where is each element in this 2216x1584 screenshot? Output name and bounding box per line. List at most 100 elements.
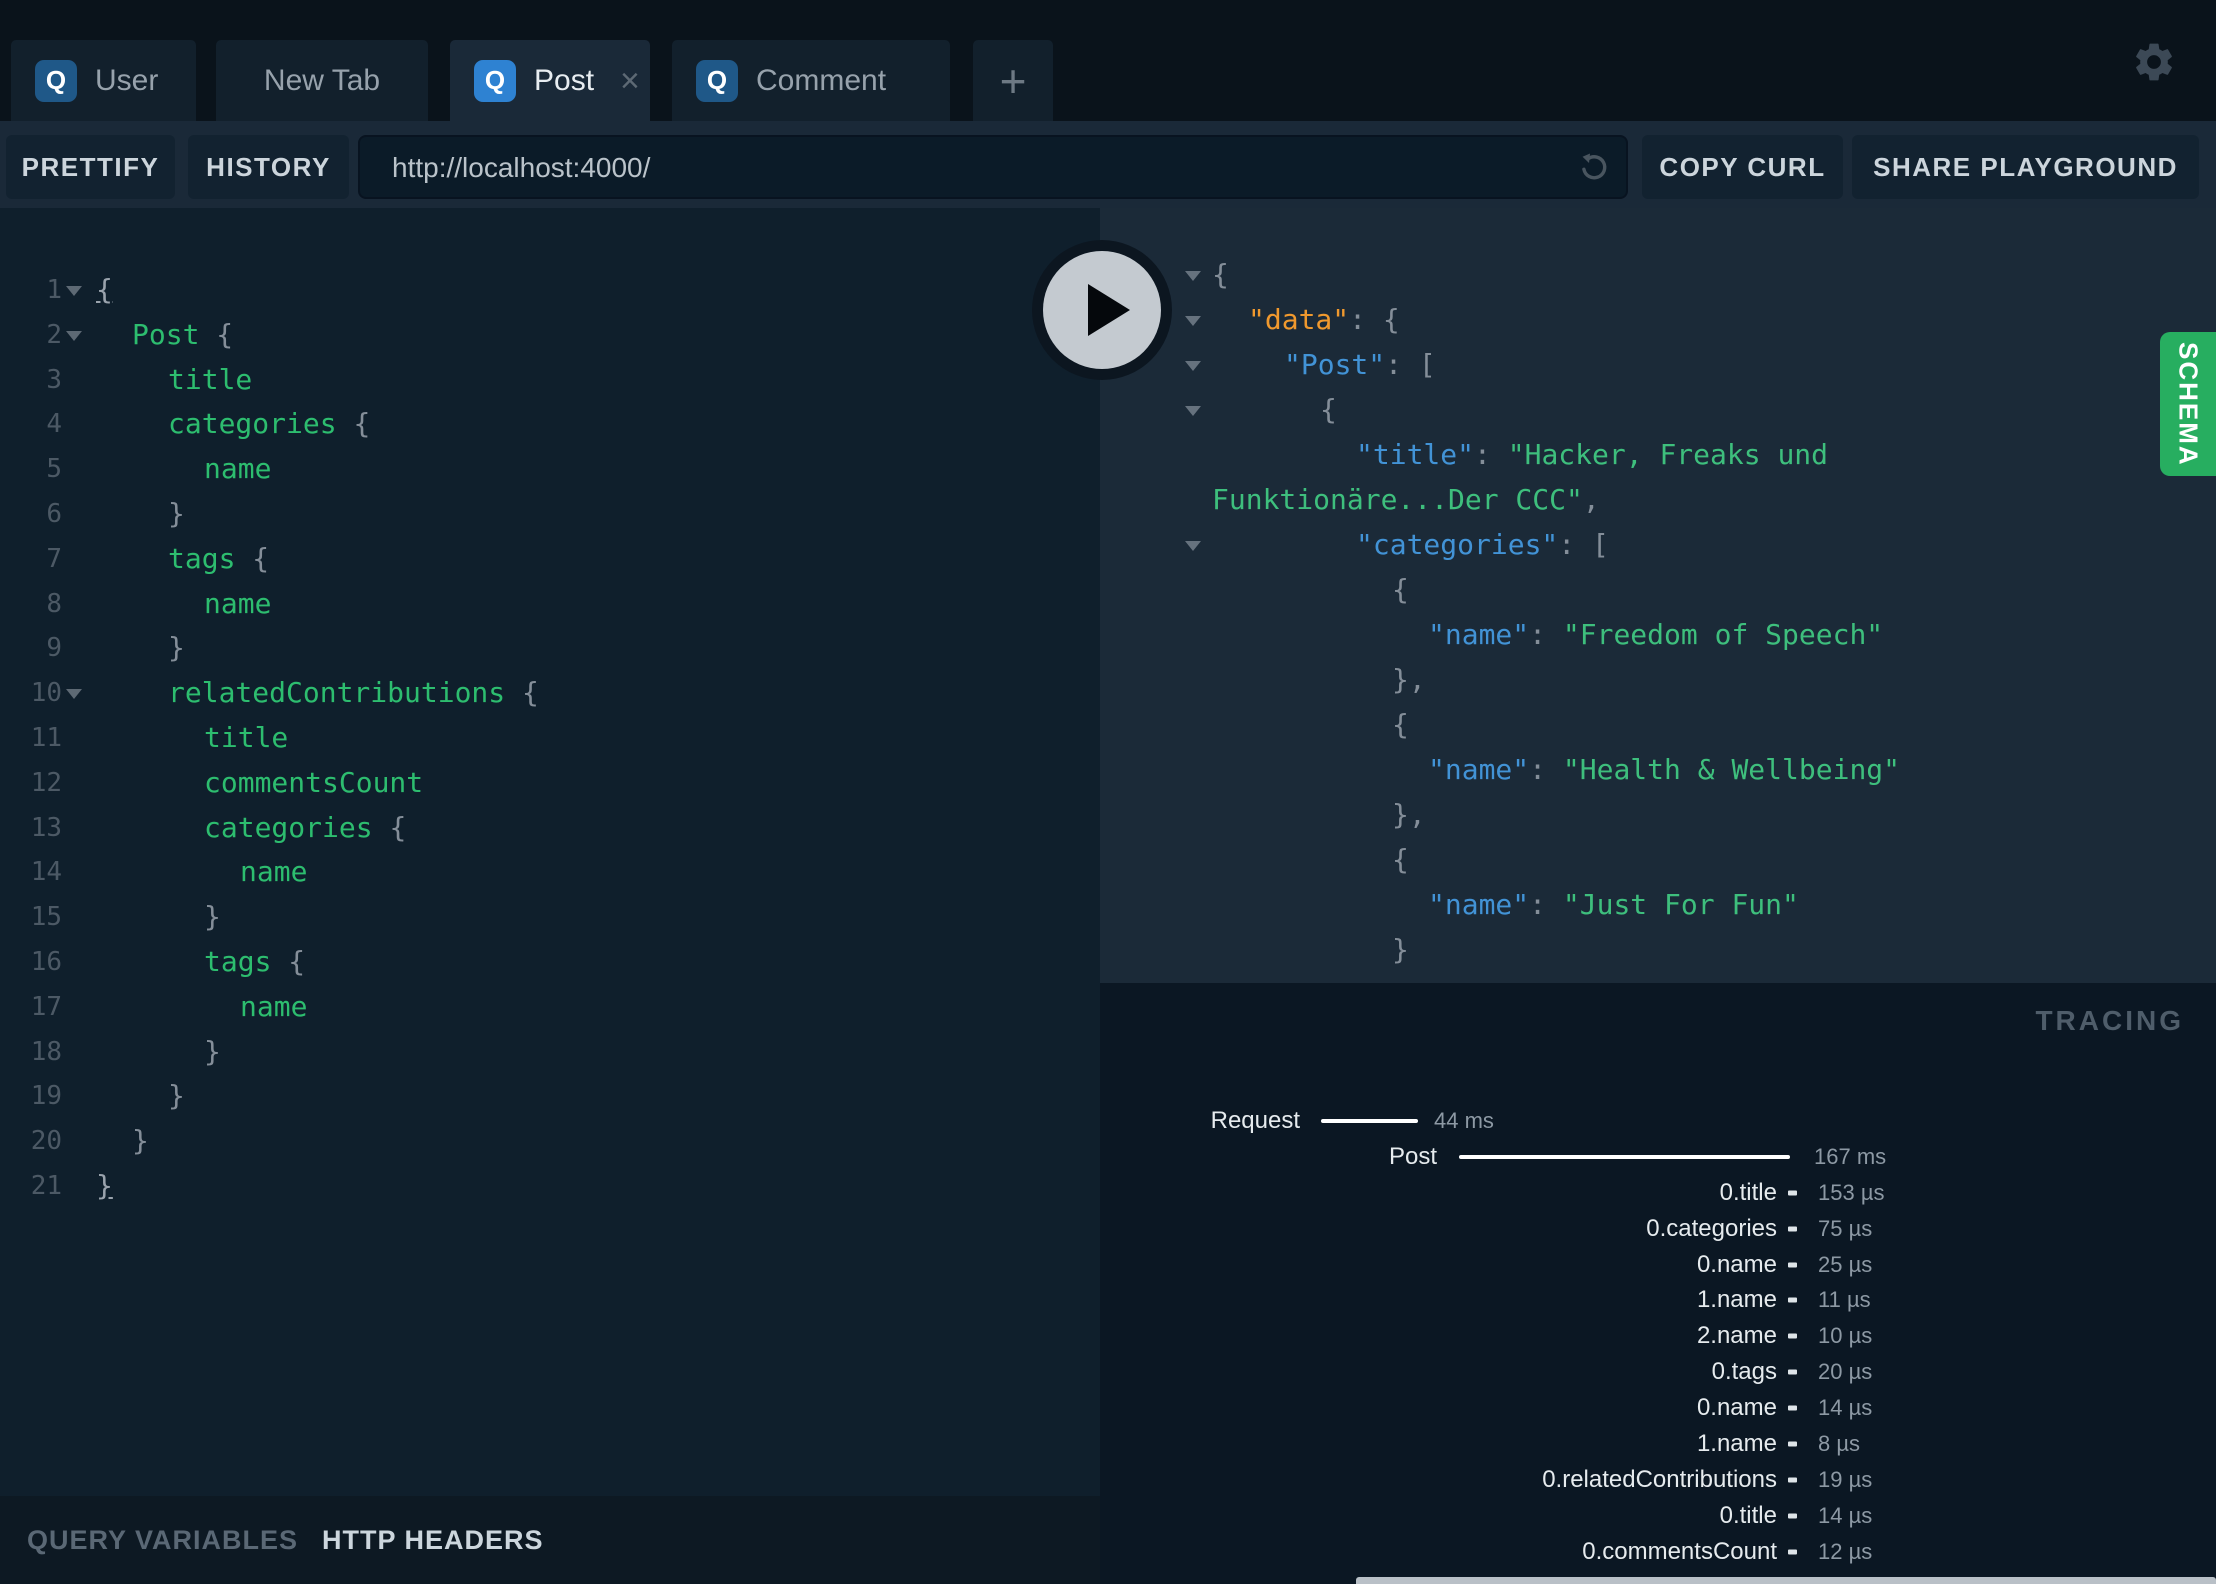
code-token: : { <box>1349 303 1400 336</box>
tab-comment[interactable]: Q Comment <box>672 40 950 121</box>
close-icon[interactable]: × <box>620 64 640 98</box>
code-token: tags <box>204 944 289 978</box>
history-button[interactable]: HISTORY <box>188 135 349 199</box>
trace-tick <box>1788 1297 1797 1303</box>
query-line: 16 tags { <box>0 940 1100 985</box>
share-playground-button[interactable]: SHARE PLAYGROUND <box>1852 135 2199 199</box>
query-variables-tab[interactable]: QUERY VARIABLES <box>27 1496 298 1584</box>
code-token: { <box>252 541 270 575</box>
refresh-schema-icon[interactable] <box>1576 150 1610 184</box>
prettify-button[interactable]: PRETTIFY <box>6 135 175 199</box>
schema-tab-label: SCHEMA <box>2173 341 2204 467</box>
trace-label: Post <box>1388 1142 1437 1170</box>
fold-arrow-icon[interactable] <box>66 286 82 296</box>
tracing-scrollbar[interactable] <box>1356 1577 2216 1584</box>
settings-gear-icon[interactable] <box>2131 39 2177 85</box>
code-token: } <box>1392 933 1409 966</box>
line-number: 15 <box>30 902 62 933</box>
code-token: } <box>204 900 221 934</box>
tab-new-tab[interactable]: New Tab <box>216 40 428 121</box>
code-token: "Freedom of Speech" <box>1562 618 1884 651</box>
trace-label: 0.title <box>1719 1178 1777 1206</box>
code-token: "title" <box>1356 438 1475 471</box>
trace-row: 0.tags 20 µs <box>1100 1354 2216 1390</box>
code-token: } <box>168 496 185 530</box>
code-token: "Post" <box>1284 348 1386 381</box>
code-token: title <box>168 362 253 396</box>
endpoint-url-input[interactable] <box>390 137 1544 199</box>
code-token: "name" <box>1428 618 1530 651</box>
response-viewer[interactable]: {"data": {"Post": [{"title": "Hacker, Fr… <box>1100 208 2216 983</box>
code-token: { <box>1320 393 1337 426</box>
copy-curl-button[interactable]: COPY CURL <box>1642 135 1843 199</box>
code-token: categories <box>168 407 354 441</box>
query-line: 11 title <box>0 716 1100 761</box>
query-line: 6} <box>0 492 1100 537</box>
tab-post[interactable]: Q Post × <box>450 40 650 121</box>
query-line: 2 Post { <box>0 313 1100 358</box>
tab-bar: Q User New Tab Q Post × Q Comment + <box>0 0 2216 121</box>
line-number: 3 <box>46 364 62 395</box>
query-line: 21} <box>0 1164 1100 1209</box>
collapse-arrow-icon[interactable] <box>1185 316 1201 326</box>
trace-time: 167 ms <box>1814 1143 1887 1169</box>
code-token: } <box>204 1034 221 1068</box>
trace-tick <box>1788 1333 1797 1339</box>
response-row: } <box>1100 927 2216 972</box>
http-headers-tab[interactable]: HTTP HEADERS <box>322 1496 544 1584</box>
query-editor[interactable]: 1{2 Post {3 title 4 categories {5 name 6} 7 tags… <box>0 208 1100 1496</box>
execute-query-button[interactable] <box>1032 240 1172 380</box>
trace-time: 20 µs <box>1818 1359 1873 1385</box>
fold-arrow-icon[interactable] <box>66 330 82 341</box>
trace-tick <box>1788 1549 1797 1555</box>
code-token: : [ <box>1385 348 1436 381</box>
tab-label: Comment <box>756 63 887 97</box>
response-row: "categories": [ <box>1100 522 2216 567</box>
query-line: 15} <box>0 895 1100 940</box>
trace-time: 14 µs <box>1818 1395 1873 1421</box>
collapse-arrow-icon[interactable] <box>1185 361 1201 371</box>
query-line: 9} <box>0 626 1100 671</box>
collapse-arrow-icon[interactable] <box>1185 271 1201 281</box>
collapse-arrow-icon[interactable] <box>1185 406 1201 416</box>
fold-arrow-icon[interactable] <box>66 689 82 700</box>
tracing-toggle[interactable]: TRACING <box>2035 1005 2184 1037</box>
trace-label: 0.commentsCount <box>1582 1537 1777 1565</box>
trace-label: 1.name <box>1696 1286 1777 1314</box>
query-lines: 1{2 Post {3 title 4 categories {5 name 6} 7 tags… <box>0 268 1100 1209</box>
code-token: "name" <box>1428 753 1530 786</box>
trace-row: 2.name 10 µs <box>1100 1318 2216 1354</box>
code-token: "Hacker, Freaks und <box>1507 438 1829 471</box>
tracing-waterfall: Request 44 ms Post 167 ms 0.title 153 µs 0.cat… <box>1100 1103 2216 1584</box>
add-tab-button[interactable]: + <box>973 40 1053 121</box>
query-line: 4 categories { <box>0 402 1100 447</box>
endpoint-url-field <box>358 135 1628 199</box>
code-token: { <box>1212 258 1229 291</box>
line-number: 12 <box>30 767 62 798</box>
line-number: 8 <box>46 588 62 619</box>
query-line: 12 commentsCount <box>0 761 1100 806</box>
query-line: 19} <box>0 1074 1100 1119</box>
trace-time: 8 µs <box>1818 1430 1861 1456</box>
code-token: categories <box>204 810 390 844</box>
code-token: : <box>1529 618 1563 651</box>
response-row: "name": "Freedom of Speech" <box>1100 612 2216 657</box>
editor-footer: QUERY VARIABLES HTTP HEADERS <box>0 1496 1100 1584</box>
trace-row: 1.name 11 µs <box>1100 1282 2216 1318</box>
code-token: { <box>1392 843 1409 876</box>
collapse-arrow-icon[interactable] <box>1185 541 1201 551</box>
trace-tick <box>1788 1369 1797 1375</box>
response-row: "name": "Health & Wellbeing" <box>1100 747 2216 792</box>
code-token: name <box>240 855 308 889</box>
trace-row: 0.relatedContributions 19 µs <box>1100 1462 2216 1498</box>
trace-duration-bar <box>1459 1154 1790 1159</box>
tab-label: New Tab <box>263 63 381 97</box>
trace-row: 0.name 25 µs <box>1100 1247 2216 1283</box>
response-row: ] <box>1100 972 2216 983</box>
code-token: : <box>1529 888 1563 921</box>
tab-user[interactable]: Q User <box>11 40 196 121</box>
schema-tab[interactable]: SCHEMA <box>2160 332 2216 476</box>
trace-row: 1.name 8 µs <box>1100 1426 2216 1462</box>
tracing-panel[interactable]: TRACING Request 44 ms Post 167 ms 0.title 153… <box>1100 983 2216 1584</box>
trace-row: 0.name 14 µs <box>1100 1390 2216 1426</box>
